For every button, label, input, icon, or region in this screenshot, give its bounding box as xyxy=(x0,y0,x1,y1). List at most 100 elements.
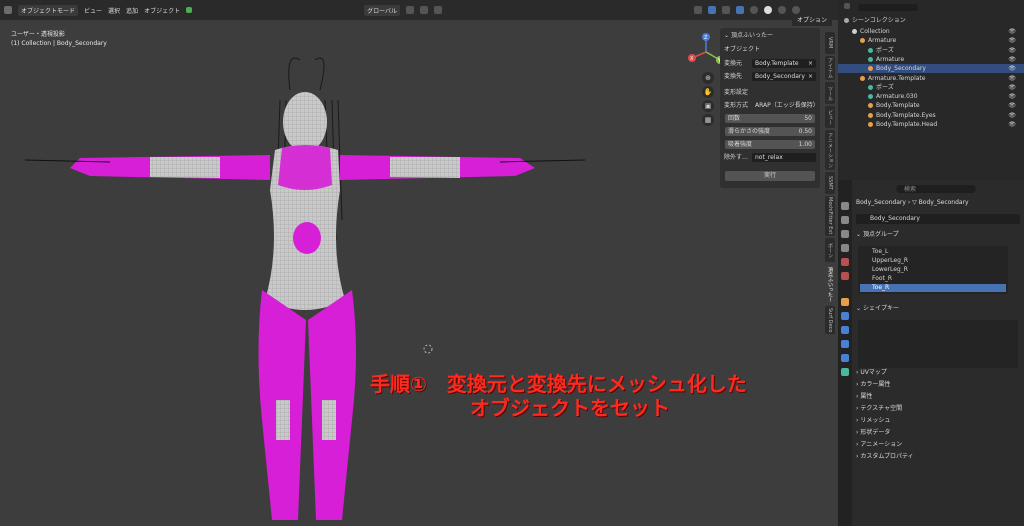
scene-tab-icon[interactable] xyxy=(841,258,849,266)
section-attributes[interactable]: › 属性 xyxy=(856,392,1020,402)
visibility-eye-icon[interactable]: 👁 xyxy=(1008,92,1016,101)
filter-icon[interactable] xyxy=(844,3,850,9)
props-search-input[interactable]: 検索 xyxy=(896,184,976,193)
visibility-eye-icon[interactable]: 👁 xyxy=(1008,27,1016,36)
outliner-item[interactable]: Armature 👁 xyxy=(838,55,1024,64)
list-item[interactable]: LowerLeg_R xyxy=(860,266,1006,274)
shading-render-icon[interactable] xyxy=(792,6,801,14)
list-item[interactable]: UpperLeg_R xyxy=(860,257,1006,265)
tab-item[interactable]: アイテム xyxy=(825,56,835,80)
visibility-eye-icon[interactable]: 👁 xyxy=(1008,46,1016,55)
visibility-eye-icon[interactable]: 👁 xyxy=(1008,111,1016,120)
outliner-item[interactable]: Armature.Template 👁 xyxy=(838,74,1024,83)
shading-solid-icon[interactable] xyxy=(764,6,773,14)
visibility-eye-icon[interactable]: 👁 xyxy=(1008,120,1016,129)
xray-icon[interactable] xyxy=(736,6,745,14)
section-animation[interactable]: › アニメーション xyxy=(856,440,1020,450)
overlay-icon[interactable] xyxy=(722,6,731,14)
method-dropdown[interactable]: ARAP（エッジ長保持） xyxy=(752,101,819,110)
camera-icon[interactable]: ▣ xyxy=(702,100,714,112)
vertex-groups-header[interactable]: ⌄ 頂点グループ xyxy=(856,230,1020,240)
tab-ssmt[interactable]: SSMT xyxy=(825,172,835,194)
section-geometry-data[interactable]: › 形状データ xyxy=(856,428,1020,438)
mesh-name-field[interactable]: Body_Secondary xyxy=(856,214,1020,224)
tab-view[interactable]: ビュー xyxy=(825,106,835,128)
outliner-item[interactable]: Body.Template.Head 👁 xyxy=(838,120,1024,129)
visibility-eye-icon[interactable]: 👁 xyxy=(1008,36,1016,45)
section-remesh[interactable]: › リメッシュ xyxy=(856,416,1020,426)
exclude-field[interactable]: not_relax xyxy=(752,153,816,162)
constraints-tab-icon[interactable] xyxy=(841,354,849,362)
clear-icon[interactable]: × xyxy=(808,72,813,81)
tab-mochifitter[interactable]: MochiFitter Ext xyxy=(825,196,835,236)
target-field[interactable]: Body_Secondary × xyxy=(752,72,816,81)
menu-object[interactable]: オブジェクト xyxy=(144,6,180,15)
pan-hand-icon[interactable]: ✋ xyxy=(702,86,714,98)
iterations-slider[interactable]: 回数 50 xyxy=(725,114,815,123)
proportional-edit-icon[interactable] xyxy=(434,6,443,14)
visibility-eye-icon[interactable]: 👁 xyxy=(1008,74,1016,83)
scene-collection[interactable]: シーンコレクション xyxy=(838,16,1024,25)
tab-surf-deco[interactable]: Surf Deco xyxy=(825,306,835,334)
smoothness-slider[interactable]: 滑らかさの強度 0.50 xyxy=(725,127,815,136)
tab-bone[interactable]: ボーン xyxy=(825,238,835,262)
grid-view-icon[interactable]: ▦ xyxy=(702,114,714,126)
shapekey-list[interactable] xyxy=(858,320,1018,368)
outliner-item[interactable]: Body.Template.Eyes 👁 xyxy=(838,111,1024,120)
physics-tab-icon[interactable] xyxy=(841,340,849,348)
clear-icon[interactable]: × xyxy=(808,59,813,68)
outliner-item[interactable]: Body_Secondary 👁 xyxy=(838,64,1024,74)
menu-view[interactable]: ビュー xyxy=(84,6,102,15)
tab-vrm[interactable]: VRM xyxy=(825,32,835,54)
list-item-selected[interactable]: Toe_R xyxy=(860,284,1006,292)
tab-animation[interactable]: アニメーション xyxy=(825,130,835,170)
gizmo-toggle-icon[interactable] xyxy=(708,6,717,14)
object-tab-icon[interactable] xyxy=(841,298,849,306)
mesh-data-tab-icon[interactable] xyxy=(841,368,849,376)
visibility-eye-icon[interactable]: 👁 xyxy=(1008,64,1016,73)
3d-cursor[interactable] xyxy=(423,344,433,354)
particles-tab-icon[interactable] xyxy=(841,326,849,334)
shading-wire-icon[interactable] xyxy=(750,6,759,14)
visibility-eye-icon[interactable]: 👁 xyxy=(1008,101,1016,110)
section-custom-props[interactable]: › カスタムプロパティ xyxy=(856,452,1020,462)
tab-vertex-fitter[interactable]: 頂点ふいったー xyxy=(825,264,835,304)
mode-dropdown[interactable]: オブジェクトモード xyxy=(18,4,79,16)
tool-tab-icon[interactable] xyxy=(841,202,849,210)
shading-material-icon[interactable] xyxy=(778,6,787,14)
addon-icon[interactable] xyxy=(186,7,193,13)
editor-type-icon[interactable] xyxy=(4,6,12,14)
snap-strength-slider[interactable]: 吸着強度 1.00 xyxy=(725,140,815,149)
view-layer-tab-icon[interactable] xyxy=(841,244,849,252)
visibility-eye-icon[interactable]: 👁 xyxy=(1008,55,1016,64)
outliner-item[interactable]: Armature 👁 xyxy=(838,36,1024,45)
world-tab-icon[interactable] xyxy=(841,272,849,280)
menu-select[interactable]: 選択 xyxy=(108,6,120,15)
visibility-icon[interactable] xyxy=(694,6,703,14)
section-color-attr[interactable]: › カラー属性 xyxy=(856,380,1020,390)
section-uvmap[interactable]: › UVマップ xyxy=(856,368,1020,378)
shapekeys-header[interactable]: ⌄ シェイプキー xyxy=(856,304,1020,314)
snap-icon[interactable] xyxy=(420,6,429,14)
section-texture-space[interactable]: › テクスチャ空間 xyxy=(856,404,1020,414)
outliner-search[interactable] xyxy=(857,4,918,11)
outliner-item[interactable]: Collection 👁 xyxy=(838,27,1024,36)
panel-header[interactable]: ⌄ 頂点ふいったー xyxy=(724,31,773,40)
zoom-icon[interactable]: ⊕ xyxy=(702,72,714,84)
outliner-item[interactable]: ポーズ 👁 xyxy=(838,83,1024,92)
source-field[interactable]: Body.Template × xyxy=(752,59,816,68)
list-item[interactable]: Toe_L xyxy=(860,248,1006,256)
outliner-item[interactable]: Body.Template 👁 xyxy=(838,101,1024,110)
transform-orientation-dropdown[interactable]: グローバル xyxy=(364,4,401,16)
execute-button[interactable]: 実行 xyxy=(725,171,815,181)
menu-add[interactable]: 追加 xyxy=(126,6,138,15)
vertex-group-list[interactable]: Toe_L UpperLeg_R LowerLeg_R Foot_R Toe_R xyxy=(858,246,1008,294)
outliner-item[interactable]: ポーズ 👁 xyxy=(838,46,1024,55)
list-item[interactable]: Foot_R xyxy=(860,275,1006,283)
output-tab-icon[interactable] xyxy=(841,230,849,238)
tab-tool[interactable]: ツール xyxy=(825,82,835,104)
render-tab-icon[interactable] xyxy=(841,216,849,224)
visibility-eye-icon[interactable]: 👁 xyxy=(1008,83,1016,92)
pivot-icon[interactable] xyxy=(406,6,415,14)
outliner-item[interactable]: Armature.030 👁 xyxy=(838,92,1024,101)
